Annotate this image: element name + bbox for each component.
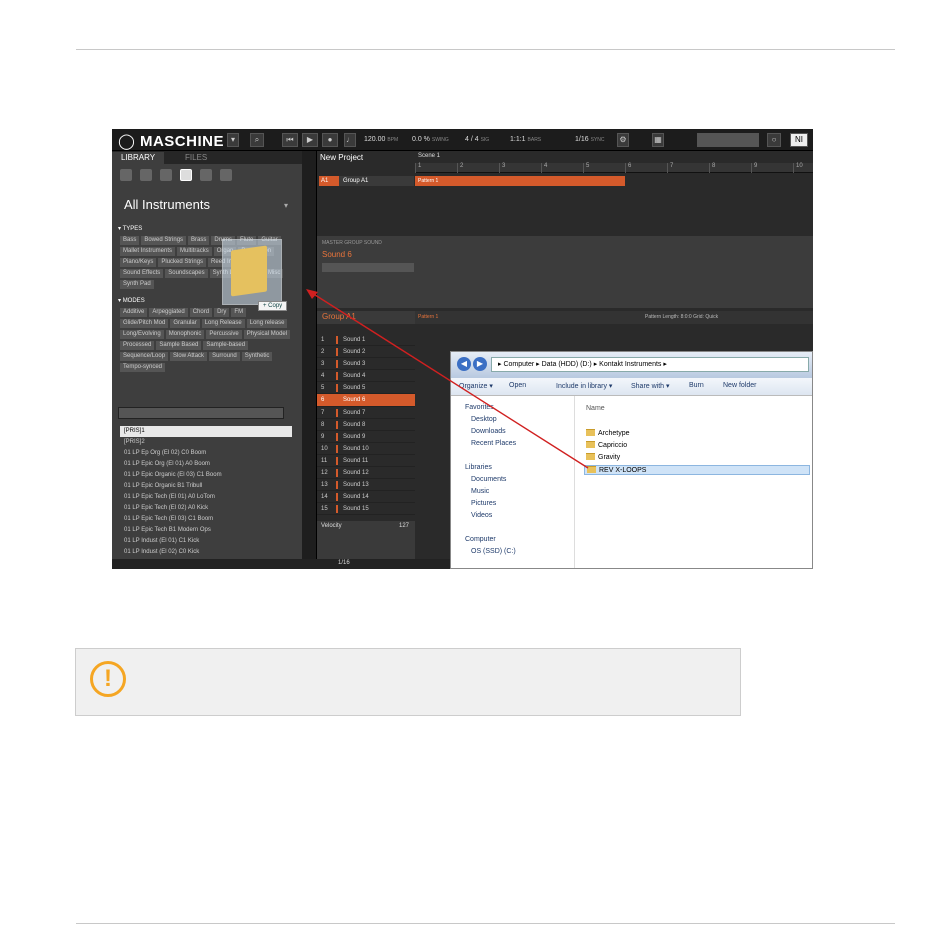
maschine-screenshot: ◯ MASCHINE ▾ ⌕ ⏮ ▶ ● ♩ 120.00 BPM 0.0 % … <box>112 129 813 569</box>
top-rule <box>76 49 895 50</box>
drag-arrow <box>306 289 589 469</box>
warning-note: ! <box>75 648 741 716</box>
warning-icon: ! <box>90 661 126 697</box>
bottom-rule <box>76 923 895 924</box>
